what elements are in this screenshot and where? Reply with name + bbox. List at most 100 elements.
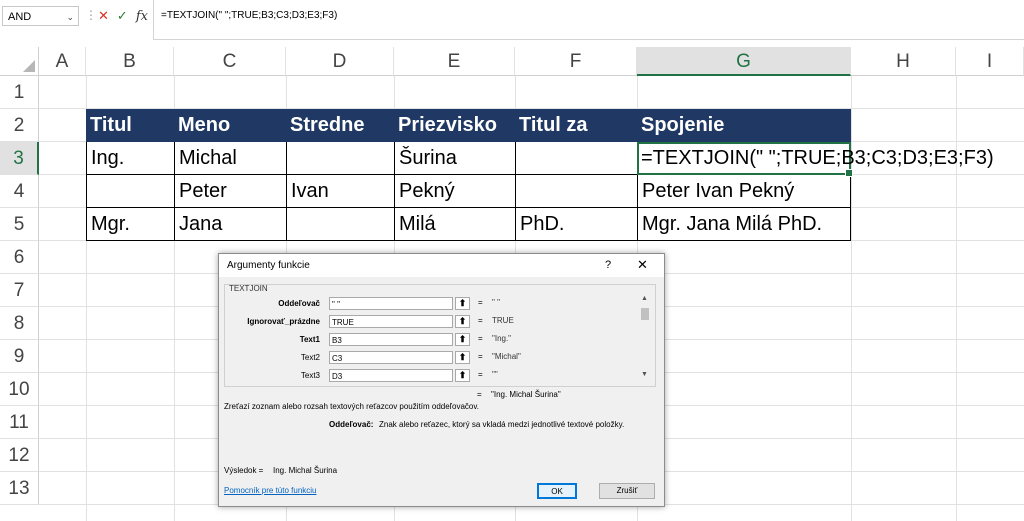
column-header-c[interactable]: C <box>174 47 286 76</box>
help-icon[interactable]: ? <box>605 259 611 271</box>
name-box[interactable]: AND ⌄ <box>2 6 79 26</box>
arguments-scrollbar[interactable]: ▲ ▼ <box>639 295 651 379</box>
cell-f4[interactable] <box>515 175 638 208</box>
equals-sign: = <box>478 298 483 307</box>
row-header-3[interactable]: 3 <box>0 142 39 175</box>
column-header-d[interactable]: D <box>286 47 394 76</box>
cell-f3[interactable] <box>515 142 638 175</box>
cell-g3[interactable]: =TEXTJOIN(" ";TRUE;B3;C3;D3;E3;F3) <box>637 142 1024 175</box>
collapse-dialog-icon[interactable]: ⬆ <box>455 369 470 382</box>
function-name: TEXTJOIN <box>229 284 268 293</box>
chevron-up-icon[interactable]: ▲ <box>641 295 648 302</box>
collapse-dialog-icon[interactable]: ⬆ <box>455 333 470 346</box>
equals-sign: = <box>478 334 483 343</box>
arg-result-text3: "" <box>492 370 498 379</box>
formula-bar: AND ⌄ ⋮ ✕ ✓ fx =TEXTJOIN(" ";TRUE;B3;C3;… <box>0 0 1024 44</box>
arg-input-text1[interactable]: B3 <box>329 333 453 346</box>
dialog-title-bar[interactable]: Argumenty funkcie ? ✕ <box>219 254 664 277</box>
arg-input-ignore-empty[interactable]: TRUE <box>329 315 453 328</box>
cell-g2[interactable]: Spojenie <box>637 109 851 142</box>
scrollbar-thumb[interactable] <box>641 308 649 320</box>
result-value: Ing. Michal Šurina <box>273 466 338 475</box>
arg-result-text1: "Ing." <box>492 334 512 343</box>
row-header-11[interactable]: 11 <box>0 406 39 439</box>
arg-input-text2[interactable]: C3 <box>329 351 453 364</box>
cell-d2[interactable]: Stredne <box>286 109 394 142</box>
column-header-e[interactable]: E <box>394 47 515 76</box>
formula-input[interactable]: =TEXTJOIN(" ";TRUE;B3;C3;D3;E3;F3) <box>153 0 1024 40</box>
row-header-2[interactable]: 2 <box>0 109 39 142</box>
column-header-f[interactable]: F <box>515 47 637 76</box>
param-description: Znak alebo reťazec, ktorý sa vkladá medz… <box>379 420 625 429</box>
arg-result-ignore-empty: TRUE <box>492 316 514 325</box>
name-box-value: AND <box>8 11 32 23</box>
equals-sign: = <box>478 370 483 379</box>
function-result: "Ing. Michal Šurina" <box>491 390 561 399</box>
close-icon[interactable]: ✕ <box>637 257 648 273</box>
collapse-dialog-icon[interactable]: ⬆ <box>455 315 470 328</box>
column-header-b[interactable]: B <box>86 47 174 76</box>
cell-c3[interactable]: Michal <box>174 142 287 175</box>
column-header-a[interactable]: A <box>39 47 86 76</box>
arg-input-delimiter[interactable]: " " <box>329 297 453 310</box>
cell-e4[interactable]: Pekný <box>394 175 516 208</box>
cell-e5[interactable]: Milá <box>394 208 516 241</box>
cancel-button[interactable]: Zrušiť <box>599 483 655 499</box>
column-header-g[interactable]: G <box>637 47 851 76</box>
result-label: Výsledok = <box>224 466 264 475</box>
row-header-7[interactable]: 7 <box>0 274 39 307</box>
enter-icon[interactable]: ✓ <box>117 8 128 24</box>
param-name: Oddeľovač: <box>329 420 374 429</box>
insert-function-icon[interactable]: fx <box>136 9 148 24</box>
row-header-9[interactable]: 9 <box>0 340 39 373</box>
arguments-group: TEXTJOIN Oddeľovač " " ⬆ = " " Ignorovať… <box>224 284 656 387</box>
column-header-i[interactable]: I <box>956 47 1024 76</box>
chevron-down-icon[interactable]: ▼ <box>641 371 648 378</box>
cell-d4[interactable]: Ivan <box>286 175 395 208</box>
cell-b2[interactable]: Titul <box>86 109 174 142</box>
arg-label-delimiter: Oddeľovač <box>278 299 320 308</box>
cell-b5[interactable]: Mgr. <box>86 208 175 241</box>
row-header-1[interactable]: 1 <box>0 76 39 109</box>
dialog-title: Argumenty funkcie <box>227 260 310 271</box>
arg-input-text3[interactable]: D3 <box>329 369 453 382</box>
cell-f5[interactable]: PhD. <box>515 208 638 241</box>
arg-label-ignore-empty: Ignorovať_prázdne <box>247 317 320 326</box>
cell-c4[interactable]: Peter <box>174 175 287 208</box>
row-header-13[interactable]: 13 <box>0 472 39 505</box>
row-header-12[interactable]: 12 <box>0 439 39 472</box>
function-description: Zreťazí zoznam alebo rozsah textových re… <box>224 402 479 411</box>
cell-d3[interactable] <box>286 142 395 175</box>
equals-sign: = <box>477 390 482 399</box>
arg-label-text3: Text3 <box>300 371 320 380</box>
row-header-5[interactable]: 5 <box>0 208 39 241</box>
row-header-10[interactable]: 10 <box>0 373 39 406</box>
cell-d5[interactable] <box>286 208 395 241</box>
select-all-button[interactable] <box>0 47 39 76</box>
cell-c5[interactable]: Jana <box>174 208 287 241</box>
collapse-dialog-icon[interactable]: ⬆ <box>455 297 470 310</box>
cell-e3[interactable]: Šurina <box>394 142 516 175</box>
arg-result-text2: "Michal" <box>492 352 521 361</box>
row-header-6[interactable]: 6 <box>0 241 39 274</box>
arg-label-text2: Text2 <box>300 353 320 362</box>
row-header-4[interactable]: 4 <box>0 175 39 208</box>
function-help-link[interactable]: Pomocník pre túto funkciu <box>224 486 317 495</box>
cell-c2[interactable]: Meno <box>174 109 286 142</box>
chevron-down-icon[interactable]: ⌄ <box>66 7 74 27</box>
cell-b3[interactable]: Ing. <box>86 142 175 175</box>
formula-buttons: ✕ ✓ fx <box>94 6 150 26</box>
cancel-icon[interactable]: ✕ <box>98 8 109 24</box>
cell-g4[interactable]: Peter Ivan Pekný <box>637 175 851 208</box>
cell-g5[interactable]: Mgr. Jana Milá PhD. <box>637 208 851 241</box>
ok-button[interactable]: OK <box>537 483 577 499</box>
arg-result-delimiter: " " <box>492 298 500 307</box>
row-header-8[interactable]: 8 <box>0 307 39 340</box>
arg-label-text1: Text1 <box>299 335 320 344</box>
cell-b4[interactable] <box>86 175 175 208</box>
cell-f2[interactable]: Titul za <box>515 109 637 142</box>
equals-sign: = <box>478 352 483 361</box>
collapse-dialog-icon[interactable]: ⬆ <box>455 351 470 364</box>
cell-e2[interactable]: Priezvisko <box>394 109 515 142</box>
column-header-h[interactable]: H <box>851 47 956 76</box>
